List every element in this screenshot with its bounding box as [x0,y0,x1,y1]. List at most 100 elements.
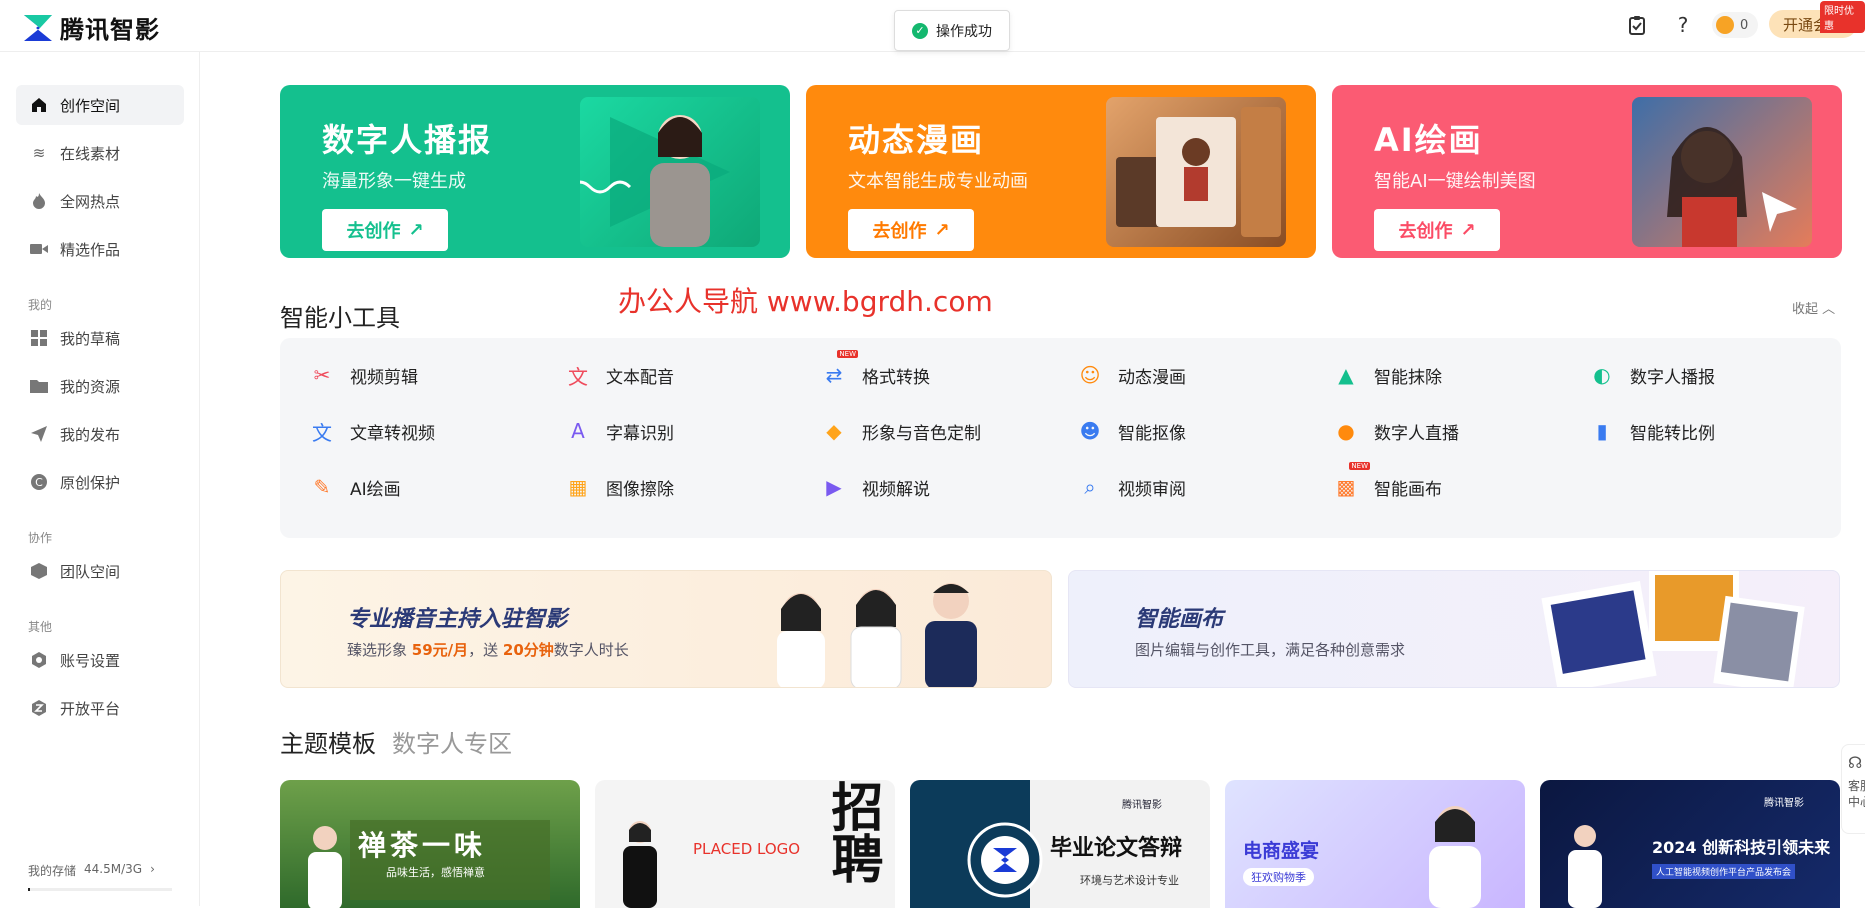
tool-diamond[interactable]: ◆ 形象与音色定制 [816,416,981,446]
scissors-icon: ✂ [313,363,331,387]
promo-subtitle-mid: ，送 [468,641,503,659]
home-icon [30,96,48,114]
arrow-up-right-icon: ↗ [934,219,950,241]
sidebar-item-featured-works[interactable]: 精选作品 [16,229,184,269]
template-card-recruit[interactable]: PLACED LOGO 招聘 [595,780,895,908]
banner-subtitle: 海量形象一键生成 [322,171,466,192]
tab-theme-templates[interactable]: 主题模板 [280,724,376,759]
sidebar-item-creation-space[interactable]: 创作空间 [16,85,184,125]
grid-icon [30,329,48,347]
go-create-button[interactable]: 去创作 ↗ [848,209,974,251]
presenter-figure [623,821,657,908]
banner-ai-painting[interactable]: AI绘画 智能AI一键绘制美图 去创作 ↗ [1332,85,1842,258]
tool-image-erase[interactable]: ▦ 图像擦除 [560,472,674,502]
collapse-toggle[interactable]: 收起 ︿ [1792,298,1835,317]
tool-erase[interactable]: ▲ 智能抹除 [1328,360,1442,390]
sidebar-item-original-protection[interactable]: C 原创保护 [16,462,184,502]
arrow-up-right-icon: ↗ [408,219,424,241]
sidebar-item-label: 团队空间 [60,562,121,581]
template-brand: 腾讯智影 [1764,798,1804,809]
storage-progress-fill [28,888,31,891]
tool-label: 动态漫画 [1118,367,1186,388]
tool-avatar[interactable]: ◐ 数字人播报 [1584,360,1715,390]
template-card-ecommerce[interactable]: 电商盛宴 狂欢购物季 [1225,780,1525,908]
tool-label: 智能抠像 [1118,423,1186,444]
tool-article[interactable]: 文文章转视频 [304,416,435,446]
tool-live[interactable]: ● 数字人直播 [1328,416,1459,446]
tab-digital-human-zone[interactable]: 数字人专区 [392,724,512,759]
toast-text: 操作成功 [936,23,992,40]
help-icon[interactable]: ? [1670,12,1696,38]
coin-balance[interactable]: 0 [1712,12,1759,38]
sidebar-item-team-space[interactable]: 团队空间 [16,551,184,591]
storage-label: 我的存储 [28,864,77,878]
sidebar-item-label: 我的发布 [60,425,121,444]
storage-progress [28,888,172,891]
subtitle-icon: A [571,419,585,443]
sidebar-item-drafts[interactable]: 我的草稿 [16,318,184,358]
app-logo[interactable]: 腾讯智影 [24,10,160,45]
promo-subtitle: 图片编辑与创作工具，满足各种创意需求 [1135,641,1406,659]
flame-icon [30,192,48,210]
avatar-icon: ◐ [1593,363,1611,387]
sidebar-item-publish[interactable]: 我的发布 [16,414,184,454]
banner-art-portrait [1632,97,1812,247]
tool-review[interactable]: ⌕ 视频审阅 [1072,472,1186,502]
go-create-label: 去创作 [1398,221,1453,242]
banner-subtitle: 文本智能生成专业动画 [848,171,1028,192]
tool-narrate[interactable]: ▶ 视频解说 [816,472,930,502]
sidebar-item-hot-topics[interactable]: 全网热点 [16,181,184,221]
tools-panel: ✂ 视频剪辑 文文本配音 ⇄ NEW 格式转换 ☺ 动态漫画 ▲ 智能抹除 ◐ 数字人播报文文章转视频… [280,338,1841,538]
promo-broadcast-host[interactable]: 专业播音主持入驻智影 臻选形象 59元/月，送 20分钟数字人时长 [280,570,1052,688]
tool-ratio[interactable]: ▮ 智能转比例 [1584,416,1715,446]
tool-label: 视频剪辑 [350,367,418,388]
cutout-icon: ☻ [1079,419,1101,443]
tool-convert[interactable]: ⇄ NEW 格式转换 [816,350,930,390]
promo-hosts-art [777,583,977,687]
tool-label: 智能抹除 [1374,367,1442,388]
sidebar-item-open-platform[interactable]: 开放平台 [16,688,184,728]
tool-voice[interactable]: 文文本配音 [560,360,674,390]
settings-icon [30,651,48,669]
platform-icon [30,699,48,717]
template-card-tea[interactable]: 禅茶一味 品味生活，感悟禅意 [280,780,580,908]
cube-icon [30,562,48,580]
narrate-icon: ▶ [826,475,842,499]
template-title: 2024 创新科技引领未来 [1652,838,1831,857]
sidebar-item-account-settings[interactable]: 账号设置 [16,640,184,680]
tool-label: 图像擦除 [606,479,674,500]
promo-subtitle: 臻选形象 59元/月，送 20分钟数字人时长 [347,639,629,660]
canvas-icon: ▩ NEW [1336,462,1370,499]
tool-canvas[interactable]: ▩ NEW 智能画布 [1328,462,1442,502]
convert-icon: ⇄ NEW [825,350,858,387]
template-card-thesis[interactable]: 腾讯智影 毕业论文答辩 环境与艺术设计专业 [910,780,1210,908]
promo-smart-canvas[interactable]: 智能画布 图片编辑与创作工具，满足各种创意需求 [1068,570,1840,688]
template-card-tech[interactable]: 腾讯智影 2024 创新科技引领未来 人工智能视频创作平台产品发布会 [1540,780,1840,908]
tool-label: 数字人直播 [1374,423,1459,444]
tool-subtitle[interactable]: A 字幕识别 [560,416,674,446]
sidebar-item-label: 在线素材 [60,144,121,163]
tool-comic[interactable]: ☺ 动态漫画 [1072,360,1186,390]
clipboard-icon[interactable] [1624,12,1650,38]
comic-icon: ☺ [1079,363,1101,387]
main-content: 数字人播报 海量形象一键生成 去创作 ↗ 动态漫画 文本智能生成专业动画 去创作… [200,52,1865,908]
customer-service-float[interactable]: ☊ 客服中心 [1841,744,1865,834]
go-create-button[interactable]: 去创作 ↗ [322,209,448,251]
sidebar-item-label: 原创保护 [60,473,121,492]
template-subtitle: 环境与艺术设计专业 [1080,874,1179,887]
tool-scissors[interactable]: ✂ 视频剪辑 [304,360,418,390]
tool-cutout[interactable]: ☻ 智能抠像 [1072,416,1186,446]
go-create-label: 去创作 [346,221,401,242]
tool-palette[interactable]: ✎ AI绘画 [304,472,401,502]
banner-dynamic-comic[interactable]: 动态漫画 文本智能生成专业动画 去创作 ↗ [806,85,1316,258]
sidebar-item-online-assets[interactable]: ≋ 在线素材 [16,133,184,173]
banner-digital-human[interactable]: 数字人播报 海量形象一键生成 去创作 ↗ [280,85,790,258]
template-subtitle: PLACED LOGO [693,840,801,858]
collapse-label: 收起 [1792,302,1819,317]
ratio-icon: ▮ [1596,419,1608,443]
banner-title: AI绘画 [1374,121,1483,159]
storage-info[interactable]: 我的存储 44.5M/3G › [28,862,155,879]
sidebar-item-resources[interactable]: 我的资源 [16,366,184,406]
promo-subtitle-prefix: 臻选形象 [347,641,412,659]
go-create-button[interactable]: 去创作 ↗ [1374,209,1500,251]
